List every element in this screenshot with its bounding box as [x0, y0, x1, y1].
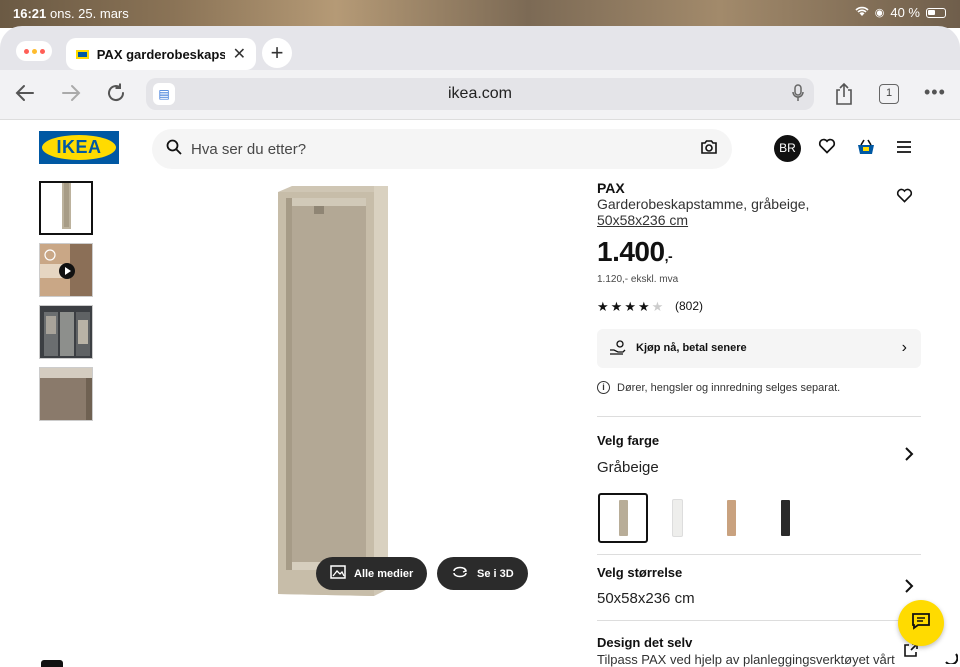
- microphone-icon[interactable]: [792, 84, 804, 105]
- ikea-favicon-icon: [76, 49, 89, 59]
- price-suffix: ,-: [664, 248, 673, 264]
- pay-later-button[interactable]: Kjøp nå, betal senere ›: [597, 329, 921, 368]
- price-excl-vat: 1.120,- ekskl. mva: [597, 274, 679, 285]
- swatch-oak[interactable]: [706, 493, 756, 543]
- divider: [597, 416, 921, 417]
- product-name: Garderobeskapstamme, gråbeige,: [597, 196, 810, 212]
- notice: i Dører, hengsler og innredning selges s…: [597, 381, 840, 394]
- search-input[interactable]: Hva ser du etter?: [152, 129, 732, 169]
- notice-text: Dører, hengsler og innredning selges sep…: [617, 381, 841, 394]
- star-icon: ★: [597, 299, 609, 314]
- star-icon: ★: [624, 299, 636, 314]
- star-icon: ★: [610, 299, 623, 314]
- shopping-bag-icon[interactable]: [856, 138, 876, 161]
- thumbnail-detail[interactable]: [39, 367, 93, 421]
- external-link-icon[interactable]: [903, 643, 918, 663]
- tab-title: PAX garderobeskapstamme: [96, 46, 225, 62]
- loading-spinner-icon: [942, 648, 959, 667]
- heart-icon[interactable]: [818, 138, 836, 159]
- swatch-white[interactable]: [652, 493, 702, 543]
- search-icon: [166, 139, 182, 160]
- chat-button[interactable]: [898, 600, 944, 646]
- gallery-icon: [330, 565, 346, 582]
- status-time: 16:21: [13, 6, 47, 21]
- wifi-icon: [855, 5, 869, 20]
- status-date: ons. 25. mars: [50, 6, 129, 21]
- rotate-3d-icon: [451, 566, 469, 581]
- product-brand: PAX: [597, 180, 625, 196]
- star-icon: ★: [651, 299, 664, 314]
- camera-icon[interactable]: [700, 139, 718, 160]
- thumbnail-video[interactable]: [39, 243, 93, 297]
- rating-stars[interactable]: ★ ★ ★ ★ ★: [597, 299, 663, 315]
- reload-icon[interactable]: [105, 82, 127, 110]
- review-count[interactable]: (802): [675, 299, 703, 313]
- status-right: ◉ 40 %: [855, 5, 946, 20]
- thumbnail-wardrobe-interior[interactable]: [39, 305, 93, 359]
- divider: [597, 554, 921, 555]
- url-bar[interactable]: ▤ ikea.com: [146, 78, 814, 110]
- chevron-right-icon: ›: [901, 339, 907, 356]
- all-media-label: Alle medier: [354, 567, 414, 580]
- view-3d-label: Se i 3D: [477, 567, 514, 580]
- logo-text: IKEA: [56, 137, 102, 157]
- location-icon: ◉: [874, 7, 885, 19]
- star-icon: ★: [637, 299, 650, 314]
- new-tab-button[interactable]: +: [262, 38, 292, 68]
- tab-group-button[interactable]: [16, 41, 52, 61]
- browser-tab[interactable]: PAX garderobeskapstamme ✕: [66, 38, 256, 70]
- swatch-black[interactable]: [760, 493, 810, 543]
- search-placeholder: Hva ser du etter?: [191, 141, 307, 158]
- product-image[interactable]: [278, 186, 388, 596]
- design-section-subtitle: Tilpass PAX ved hjelp av planleggingsver…: [597, 652, 895, 667]
- back-to-top-button[interactable]: [41, 660, 63, 667]
- product-size-link[interactable]: 50x58x236 cm: [597, 212, 688, 228]
- share-icon[interactable]: [834, 82, 854, 111]
- tab-count-button[interactable]: 1: [879, 84, 899, 104]
- pay-later-label: Kjøp nå, betal senere: [636, 342, 747, 354]
- color-chevron-icon[interactable]: [904, 446, 914, 467]
- ikea-logo[interactable]: IKEA: [39, 131, 119, 164]
- size-chevron-icon[interactable]: [904, 578, 914, 599]
- size-section-title: Velg størrelse: [597, 565, 683, 580]
- divider: [597, 620, 921, 621]
- browser-toolbar: ▤ ikea.com 1 •••: [0, 70, 960, 120]
- close-tab-icon[interactable]: ✕: [233, 44, 246, 64]
- browser-tab-bar: PAX garderobeskapstamme ✕ +: [0, 26, 960, 72]
- swatch-graabeige[interactable]: [598, 493, 648, 543]
- view-3d-button[interactable]: Se i 3D: [437, 557, 528, 590]
- color-value: Gråbeige: [597, 459, 659, 476]
- back-icon[interactable]: [14, 82, 36, 110]
- hand-coin-icon: [609, 340, 627, 359]
- size-value: 50x58x236 cm: [597, 590, 695, 607]
- avatar[interactable]: BR: [774, 135, 801, 162]
- product-price: 1.400,-: [597, 236, 673, 268]
- thumbnail-product[interactable]: [39, 181, 93, 235]
- all-media-button[interactable]: Alle medier: [316, 557, 428, 590]
- favorite-heart-icon[interactable]: [896, 188, 913, 208]
- color-section-title: Velg farge: [597, 433, 660, 448]
- url-text: ikea.com: [447, 85, 513, 102]
- status-bar: 16:21 ons. 25. mars ◉ 40 %: [0, 0, 960, 28]
- battery-percent: 40 %: [890, 5, 920, 20]
- more-options-icon[interactable]: •••: [924, 82, 946, 103]
- battery-icon: [926, 7, 946, 18]
- design-section-title: Design det selv: [597, 635, 693, 650]
- menu-icon[interactable]: [896, 138, 912, 159]
- price-value: 1.400: [597, 236, 665, 267]
- info-icon: i: [597, 381, 610, 394]
- chat-icon: [911, 612, 931, 635]
- forward-icon[interactable]: [60, 82, 82, 110]
